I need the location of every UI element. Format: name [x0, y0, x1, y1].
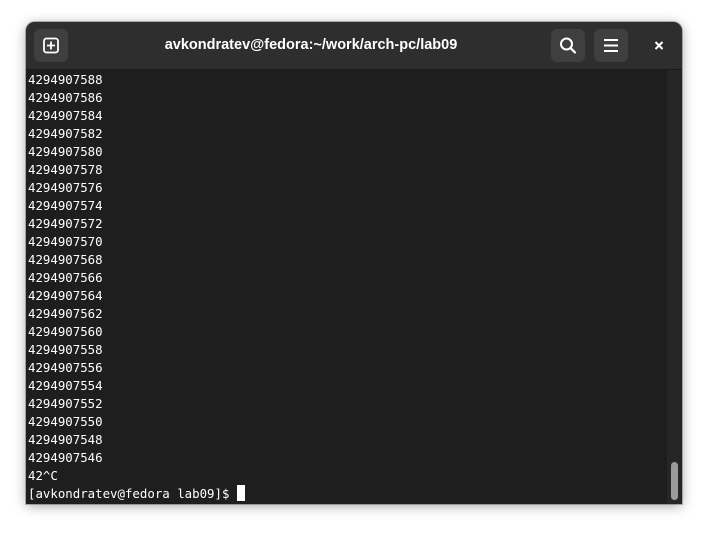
shell-prompt: [avkondratev@fedora lab09]$	[28, 486, 230, 501]
output-line: 4294907588	[28, 72, 103, 87]
output-line: 4294907578	[28, 162, 103, 177]
output-line: 4294907572	[28, 216, 103, 231]
output-line: 4294907554	[28, 378, 103, 393]
output-line: 4294907574	[28, 198, 103, 213]
output-line: 4294907550	[28, 414, 103, 429]
output-line: 4294907556	[28, 360, 103, 375]
output-line: 4294907564	[28, 288, 103, 303]
search-icon	[560, 37, 577, 54]
close-icon	[654, 41, 664, 50]
window-title: avkondratev@fedora:~/work/arch-pc/lab09	[164, 37, 458, 53]
scrollbar[interactable]	[667, 70, 682, 504]
terminal-lines: 4294907588 4294907586 4294907584 4294907…	[28, 71, 246, 503]
hamburger-menu-icon	[604, 39, 618, 52]
menu-button[interactable]	[594, 29, 628, 62]
new-tab-icon	[43, 37, 59, 54]
terminal-output-area[interactable]: 4294907588 4294907586 4294907584 4294907…	[26, 70, 667, 504]
output-line: 4294907586	[28, 90, 103, 105]
output-line: 4294907568	[28, 252, 103, 267]
prompt-line: [avkondratev@fedora lab09]$	[28, 485, 246, 503]
text-cursor	[237, 485, 246, 501]
output-line: 4294907582	[28, 126, 103, 141]
output-line: 4294907584	[28, 108, 103, 123]
output-line: 4294907558	[28, 342, 103, 357]
scrollbar-thumb[interactable]	[671, 462, 678, 500]
output-line: 4294907570	[28, 234, 103, 249]
header-bar: avkondratev@fedora:~/work/arch-pc/lab09	[26, 22, 682, 70]
search-button[interactable]	[551, 29, 585, 62]
new-tab-button[interactable]	[34, 29, 68, 62]
output-line: 4294907548	[28, 432, 103, 447]
output-line: 4294907566	[28, 270, 103, 285]
output-line: 4294907560	[28, 324, 103, 339]
output-line: 4294907576	[28, 180, 103, 195]
output-line: 42^C	[28, 468, 58, 483]
terminal-window: avkondratev@fedora:~/work/arch-pc/lab09 …	[26, 22, 682, 504]
output-line: 4294907552	[28, 396, 103, 411]
output-line: 4294907546	[28, 450, 103, 465]
output-line: 4294907580	[28, 144, 103, 159]
close-button[interactable]	[642, 29, 676, 62]
output-line: 4294907562	[28, 306, 103, 321]
